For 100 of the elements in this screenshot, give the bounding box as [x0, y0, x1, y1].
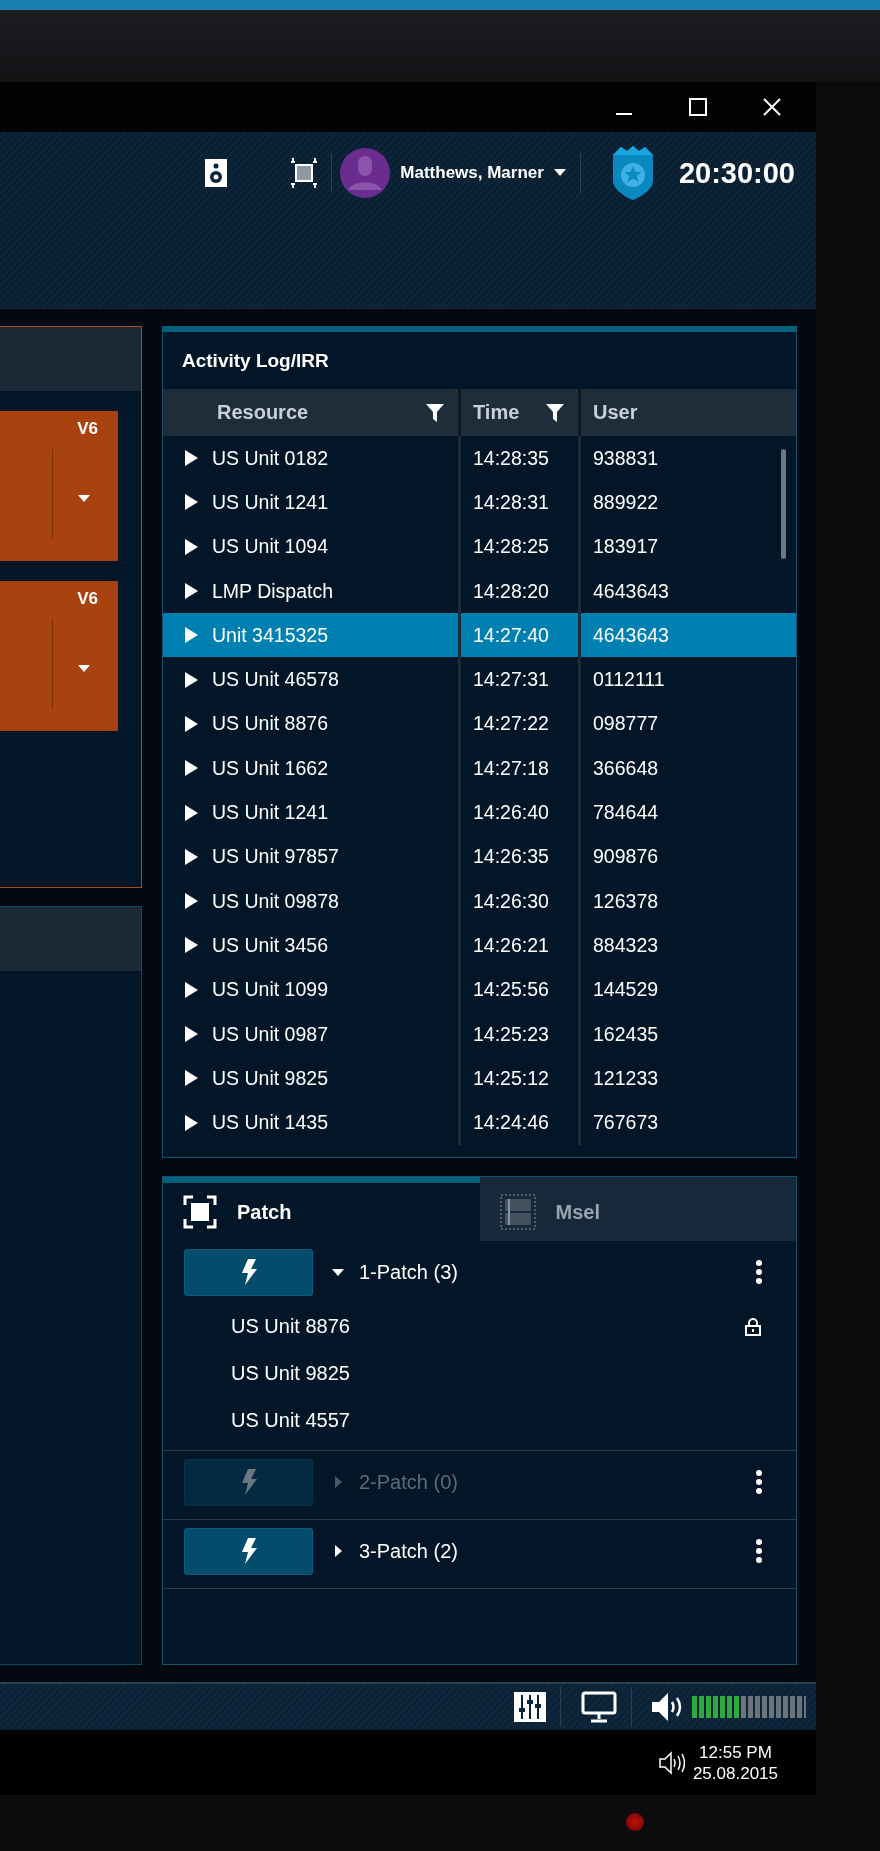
table-cell[interactable]: US Unit 46578: [163, 657, 461, 702]
table-cell-text: 889922: [592, 489, 660, 515]
table-cell[interactable]: US Unit 3456: [163, 923, 461, 968]
table-cell: 14:25:56: [461, 967, 581, 1012]
table-cell[interactable]: US Unit 9825: [163, 1056, 461, 1101]
column-header[interactable]: Time: [461, 389, 581, 436]
table-cell: 14:27:31: [461, 657, 581, 702]
table-cell: 14:28:25: [461, 524, 581, 569]
patch-member[interactable]: US Unit 8876: [231, 1315, 350, 1338]
table-cell: 14:27:22: [461, 701, 581, 747]
table-cell-text: 144529: [592, 977, 660, 1003]
table-cell-text: 366648: [592, 755, 660, 781]
filter-icon[interactable]: [546, 403, 564, 422]
caret-icon[interactable]: [78, 665, 90, 673]
patch-member[interactable]: US Unit 9825: [231, 1362, 350, 1385]
filter-icon[interactable]: [426, 403, 444, 422]
mixer-icon[interactable]: [514, 1692, 546, 1722]
expand-arrow-icon[interactable]: [185, 671, 198, 688]
table-cell-text: 784644: [592, 800, 660, 825]
lightning-icon[interactable]: [240, 1259, 257, 1285]
expand-arrow-icon[interactable]: [185, 804, 198, 821]
expand-arrow-icon[interactable]: [185, 583, 198, 600]
taskbar-date[interactable]: 25.08.2015: [692, 1762, 778, 1784]
table-cell[interactable]: US Unit 09878: [163, 878, 461, 924]
table-cell: 14:26:35: [461, 834, 581, 879]
clock-time: 20:30:00: [678, 156, 795, 190]
led-light-icon: [626, 1813, 644, 1831]
column-header[interactable]: User: [581, 389, 796, 436]
table-cell: 14:25:23: [461, 1011, 581, 1057]
frame-square-icon[interactable]: [183, 1195, 217, 1229]
patch-button[interactable]: [184, 1248, 313, 1296]
expand-arrow-icon[interactable]: [185, 981, 198, 998]
table-cell-text: 098777: [592, 711, 660, 737]
speaker-icon[interactable]: [658, 1750, 685, 1775]
scrollbar-thumb[interactable]: [781, 449, 786, 559]
expand-arrow-icon[interactable]: [185, 715, 198, 732]
patch-button[interactable]: [184, 1527, 313, 1575]
table-cell[interactable]: US Unit 1241: [163, 790, 461, 835]
table-cell-text: 183917: [592, 534, 660, 560]
unit-card[interactable]: V6: [0, 581, 118, 731]
volume-meter[interactable]: [692, 1696, 806, 1718]
close-icon[interactable]: [763, 98, 781, 116]
avatar-icon: [340, 148, 391, 198]
table-cell[interactable]: US Unit 0182: [163, 436, 461, 481]
table-cell: 14:24:46: [461, 1100, 581, 1145]
monitor-icon[interactable]: [581, 1691, 617, 1723]
table-cell[interactable]: US Unit 97857: [163, 834, 461, 879]
expand-arrow-icon[interactable]: [185, 494, 198, 511]
expand-arrow-icon[interactable]: [185, 1026, 198, 1042]
column-header[interactable]: Resource: [163, 389, 461, 436]
user-menu[interactable]: Matthews, Marner: [400, 163, 566, 183]
expand-arrow-icon[interactable]: [185, 893, 198, 910]
expand-arrow-icon[interactable]: [185, 538, 198, 555]
table-cell: 14:26:21: [461, 923, 581, 968]
card-label: V6: [77, 589, 98, 609]
expand-arrow-icon[interactable]: [185, 1070, 198, 1087]
more-options-icon[interactable]: [755, 1259, 763, 1285]
expand-arrow-icon[interactable]: [185, 848, 198, 865]
expand-arrow-icon[interactable]: [185, 1114, 198, 1131]
more-options-icon[interactable]: [755, 1469, 763, 1495]
table-cell-text: 126378: [592, 888, 660, 914]
table-cell: 14:26:40: [461, 790, 581, 835]
caret-icon[interactable]: [553, 169, 566, 177]
taskbar-time[interactable]: 12:55 PM: [699, 1741, 772, 1763]
table-cell-text: 162435: [592, 1021, 660, 1047]
table-cell[interactable]: US Unit 1435: [163, 1100, 461, 1145]
patch-group-label[interactable]: 1-Patch (3): [359, 1260, 755, 1284]
table-cell[interactable]: US Unit 1094: [163, 524, 461, 569]
speaker-icon[interactable]: [205, 159, 228, 187]
table-cell[interactable]: US Unit 1099: [163, 967, 461, 1012]
patch-group-label[interactable]: 3-Patch (2): [359, 1539, 755, 1563]
table-cell: 14:27:40: [461, 613, 581, 658]
unit-card[interactable]: V6: [0, 411, 118, 561]
patch-member[interactable]: US Unit 4557: [231, 1409, 350, 1432]
table-cell: 14:26:30: [461, 878, 581, 924]
table-cell: 14:28:35: [461, 436, 581, 481]
expand-arrow-icon[interactable]: [185, 760, 198, 777]
table-cell-text: 121233: [592, 1065, 660, 1091]
table-cell-text: 909876: [592, 844, 660, 870]
table-cell[interactable]: US Unit 1241: [163, 480, 461, 525]
more-options-icon[interactable]: [755, 1538, 763, 1564]
caret-icon[interactable]: [78, 495, 90, 503]
table-cell-text: 884323: [592, 932, 660, 958]
tab[interactable]: Msel: [479, 1177, 796, 1241]
table-cell-text: 938831: [592, 445, 660, 471]
table-cell[interactable]: US Unit 0987: [163, 1011, 461, 1057]
table-cell: 14:25:12: [461, 1056, 581, 1101]
card-label: V6: [77, 419, 98, 439]
table-cell[interactable]: Unit 3415325: [163, 613, 461, 658]
table-cell-text: 4643643: [592, 578, 670, 604]
table-cell[interactable]: US Unit 8876: [163, 701, 461, 747]
table-cell: 4643643: [581, 613, 796, 658]
table-cell-text: 0112111: [592, 667, 666, 693]
expand-arrow-icon[interactable]: [185, 450, 198, 467]
table-cell[interactable]: US Unit 1662: [163, 746, 461, 791]
maximize-icon[interactable]: [689, 98, 707, 116]
list-rows-icon[interactable]: [499, 1194, 536, 1230]
expand-arrow-icon[interactable]: [185, 937, 198, 954]
table-cell: 14:28:31: [461, 480, 581, 525]
lightning-icon[interactable]: [240, 1538, 257, 1564]
